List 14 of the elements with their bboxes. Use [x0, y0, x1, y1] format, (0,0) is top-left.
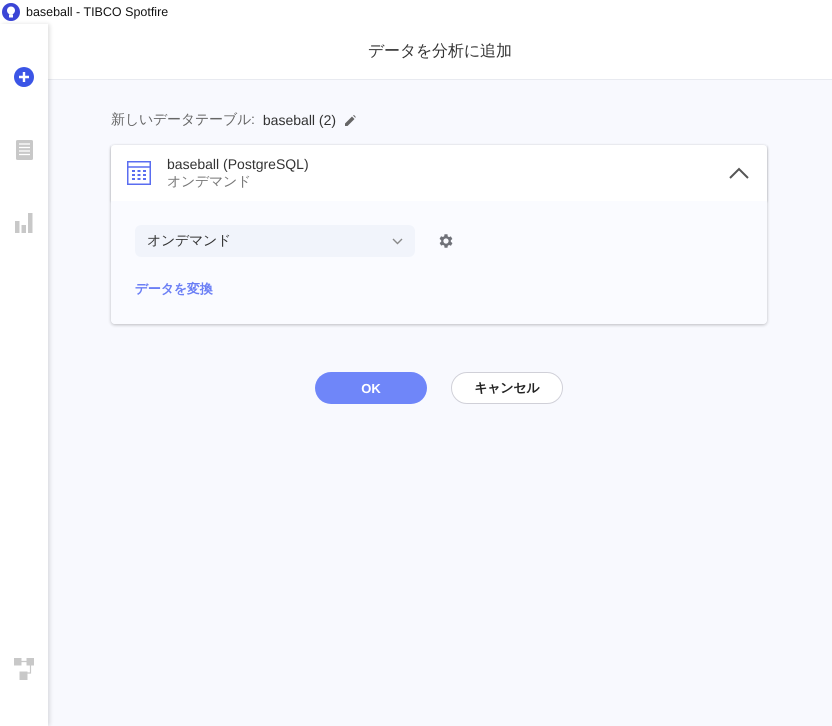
- new-table-label: 新しいデータテーブル:: [111, 111, 255, 129]
- load-method-dropdown[interactable]: オンデマンド: [135, 225, 415, 257]
- pencil-icon[interactable]: [345, 114, 356, 126]
- collapse-chevron-icon[interactable]: [729, 167, 749, 179]
- source-title: baseball (PostgreSQL): [167, 156, 310, 173]
- settings-icon[interactable]: [437, 232, 455, 250]
- cancel-button[interactable]: キャンセル: [451, 372, 563, 404]
- dialog-title: データを分析に追加: [48, 24, 832, 80]
- window-title: baseball - TIBCO Spotfire: [26, 5, 168, 19]
- source-subtitle: オンデマンド: [167, 173, 252, 190]
- add-icon[interactable]: [14, 67, 34, 87]
- chevron-down-icon: [392, 238, 403, 244]
- table-icon: [127, 161, 151, 185]
- table-name: baseball (2): [262, 112, 336, 128]
